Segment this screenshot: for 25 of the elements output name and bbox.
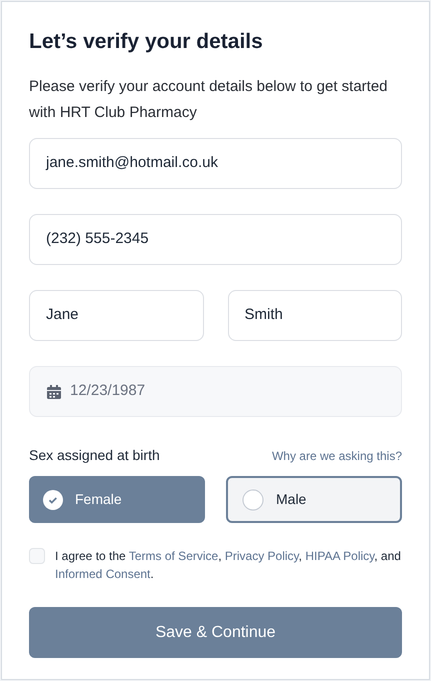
field-value: jane.smith@hotmail.co.uk xyxy=(46,153,218,174)
policy-link[interactable]: Terms of Service xyxy=(128,549,218,563)
radio-option[interactable]: Male xyxy=(226,476,402,523)
page-title: Let’s verify your details xyxy=(29,29,264,55)
help-link[interactable]: Why are we asking this? xyxy=(272,446,402,464)
field-value: Jane xyxy=(46,305,79,326)
consent-checkbox[interactable] xyxy=(29,548,45,564)
field-label: Sex assigned at birth xyxy=(29,446,160,465)
text-field[interactable]: jane.smith@hotmail.co.uk xyxy=(29,138,402,189)
field-value: 12/23/1987 xyxy=(70,381,146,402)
text-field[interactable]: (232) 555-2345 xyxy=(29,214,402,265)
policy-link[interactable]: Privacy Policy xyxy=(224,549,299,563)
field-value: Smith xyxy=(244,305,283,326)
policy-link[interactable]: Informed Consent xyxy=(55,567,150,581)
check-circle-icon xyxy=(43,490,63,510)
radio-option[interactable]: Female xyxy=(29,476,205,523)
radio-circle-icon xyxy=(242,488,264,510)
text-field[interactable]: Smith xyxy=(228,290,402,341)
page-subtitle: Please verify your account details below to get started with HRT Club Pharmacy xyxy=(29,77,389,123)
text-field[interactable]: Jane xyxy=(29,290,204,341)
policy-link[interactable]: HIPAA Policy xyxy=(305,549,374,563)
field-value: (232) 555-2345 xyxy=(46,229,149,250)
consent-text: I agree to the Terms of Service, Privacy Policy, HIPAA Policy, and Informed Consent. xyxy=(55,548,402,583)
calendar-icon xyxy=(46,384,62,400)
save-continue-button[interactable]: Save & Continue xyxy=(29,607,402,658)
